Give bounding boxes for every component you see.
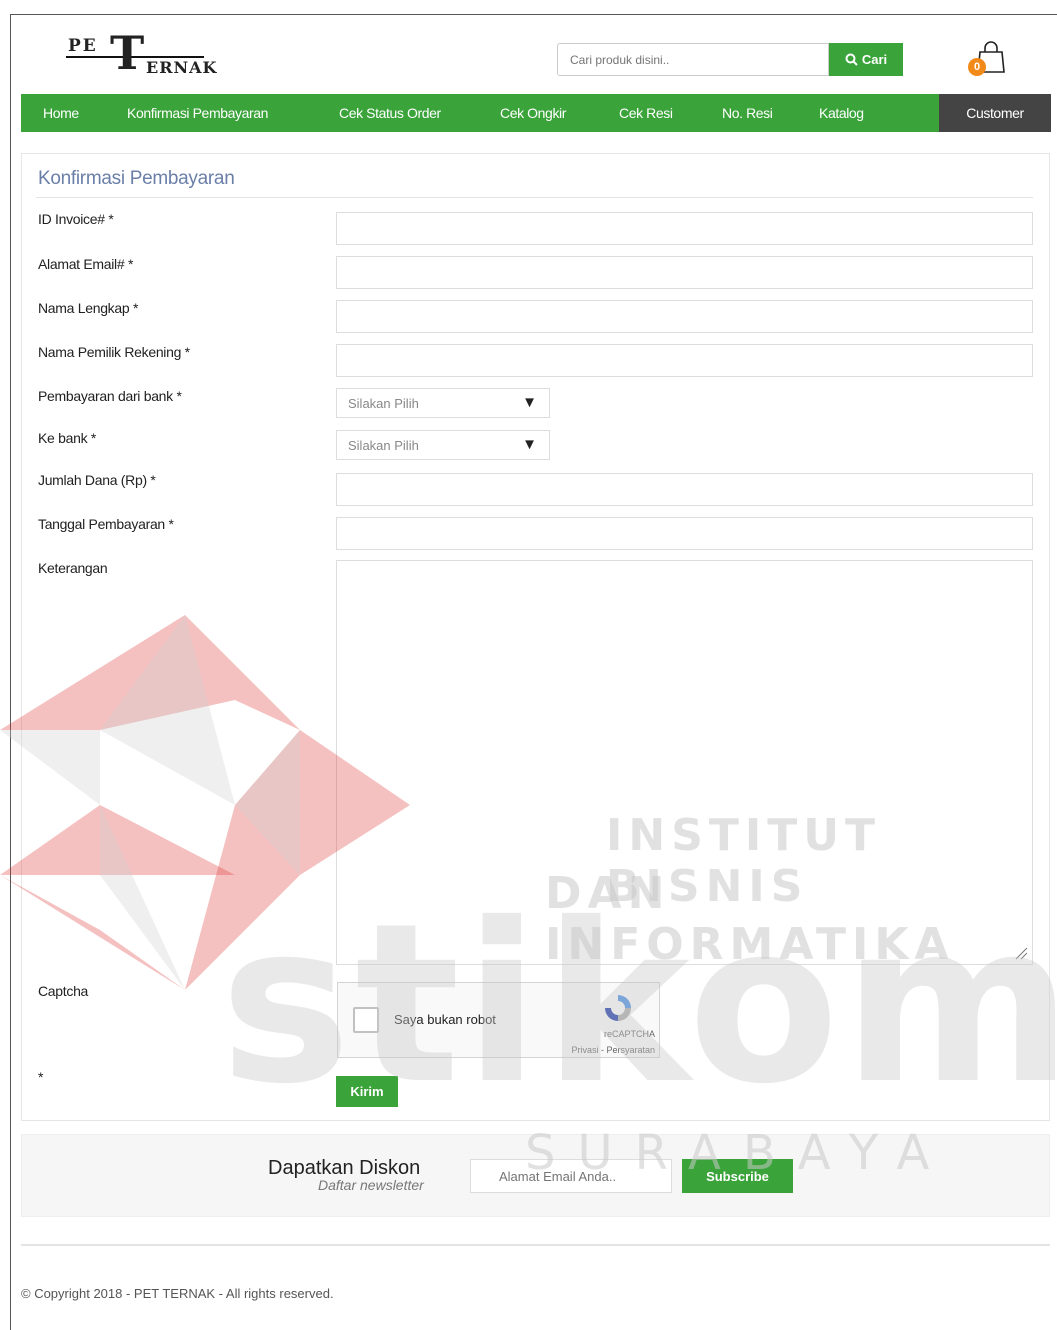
amount-input[interactable] [336, 473, 1033, 506]
nav-cek-status-order[interactable]: Cek Status Order [339, 105, 441, 121]
submit-button[interactable]: Kirim [336, 1076, 398, 1107]
to-bank-label: Ke bank * [38, 430, 97, 446]
dropdown-arrow-icon: ▼ [522, 436, 537, 453]
cart[interactable]: 0 [966, 38, 1010, 82]
search-button-label: Cari [861, 52, 888, 67]
dropdown-arrow-icon: ▼ [522, 394, 537, 411]
copyright-text: © Copyright 2018 - PET TERNAK - All righ… [21, 1286, 334, 1301]
fullname-input[interactable] [336, 300, 1033, 333]
email-label: Alamat Email# * [38, 256, 134, 272]
invoice-label: ID Invoice# * [38, 211, 114, 227]
nav-home[interactable]: Home [43, 105, 79, 121]
cart-count-badge: 0 [968, 58, 986, 76]
from-bank-label: Pembayaran dari bank * [38, 388, 182, 404]
date-label: Tanggal Pembayaran * [38, 516, 174, 532]
resize-grip-icon[interactable] [1014, 946, 1028, 960]
fullname-label: Nama Lengkap * [38, 300, 139, 316]
form-divider [36, 197, 1033, 198]
recaptcha-text: Saya bukan robot [394, 1012, 496, 1027]
captcha-label: Captcha [38, 983, 89, 999]
account-owner-label: Nama Pemilik Rekening * [38, 344, 190, 360]
newsletter-subtitle: Daftar newsletter [318, 1177, 424, 1193]
amount-label: Jumlah Dana (Rp) * [38, 472, 156, 488]
logo-pe: PE [68, 36, 98, 56]
subscribe-button[interactable]: Subscribe [682, 1159, 793, 1193]
nav-no-resi[interactable]: No. Resi [722, 105, 773, 121]
to-bank-select[interactable]: Silakan Pilih ▼ [336, 430, 550, 460]
notes-textarea[interactable] [336, 560, 1033, 965]
newsletter-email-input[interactable] [470, 1159, 672, 1193]
recaptcha-widget: Saya bukan robot reCAPTCHA Privasi - Per… [337, 982, 660, 1058]
nav-customer[interactable]: Customer [939, 94, 1051, 132]
search-icon [845, 53, 858, 66]
nav-konfirmasi-pembayaran[interactable]: Konfirmasi Pembayaran [127, 105, 268, 121]
to-bank-select-value: Silakan Pilih [348, 437, 419, 453]
footer-divider [21, 1244, 1050, 1246]
logo-t: T [110, 26, 145, 80]
from-bank-select[interactable]: Silakan Pilih ▼ [336, 388, 550, 418]
recaptcha-logo-icon [605, 995, 631, 1021]
nav-cek-ongkir[interactable]: Cek Ongkir [500, 105, 566, 121]
form-title: Konfirmasi Pembayaran [38, 168, 235, 189]
search-button[interactable]: Cari [829, 43, 903, 76]
invoice-input[interactable] [336, 212, 1033, 245]
site-logo[interactable]: PE T ERNAK [66, 30, 216, 86]
recaptcha-brand: reCAPTCHA [603, 1029, 655, 1039]
required-marker: * [38, 1069, 44, 1085]
nav-katalog[interactable]: Katalog [819, 105, 864, 121]
email-input[interactable] [336, 256, 1033, 289]
notes-label: Keterangan [38, 560, 108, 576]
nav-cek-resi[interactable]: Cek Resi [619, 105, 673, 121]
from-bank-select-value: Silakan Pilih [348, 395, 419, 411]
recaptcha-checkbox[interactable] [353, 1007, 379, 1033]
main-nav: Home Konfirmasi Pembayaran Cek Status Or… [21, 94, 939, 132]
search-input[interactable] [557, 43, 829, 76]
date-input[interactable] [336, 517, 1033, 550]
account-owner-input[interactable] [336, 344, 1033, 377]
recaptcha-terms-link[interactable]: Privasi - Persyaratan [571, 1045, 655, 1055]
logo-rest: ERNAK [146, 58, 218, 77]
